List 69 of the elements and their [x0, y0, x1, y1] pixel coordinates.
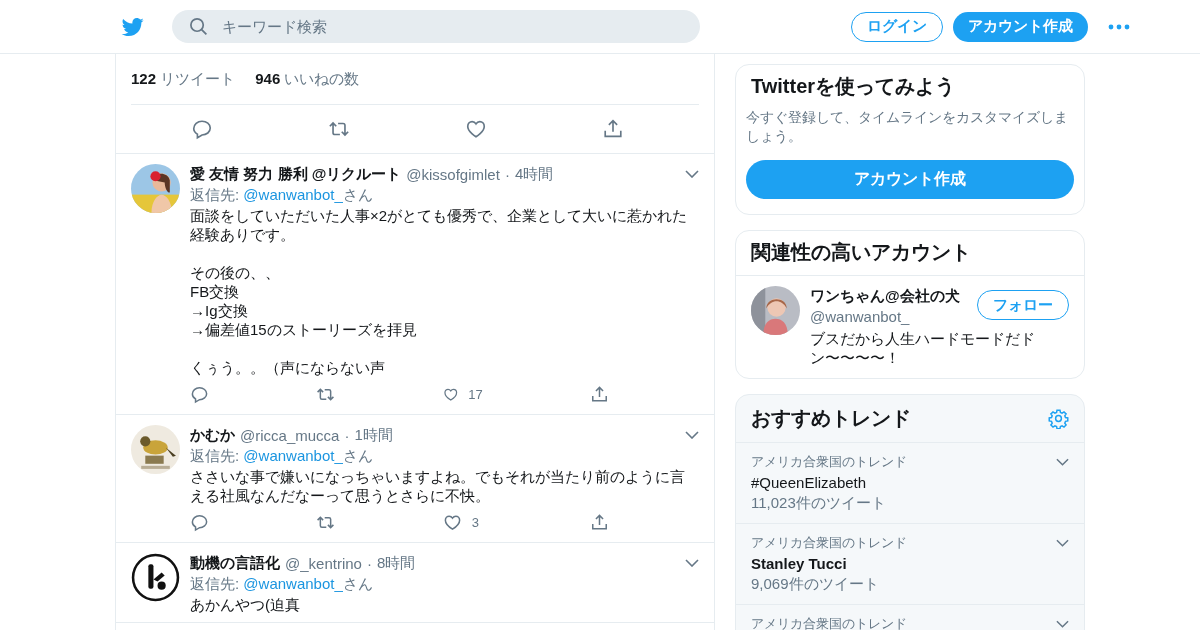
mention-link[interactable]: @wanwanbot_: [243, 575, 343, 592]
tweet-text: →Ig交換: [190, 301, 249, 320]
tweet-time[interactable]: 1時間: [354, 425, 393, 445]
share-icon[interactable]: [602, 118, 624, 140]
login-button[interactable]: ログイン: [851, 11, 943, 42]
separator-dot: ·: [344, 426, 350, 444]
user-name[interactable]: 愛 友情 努力 勝利 @リクルート: [190, 164, 402, 184]
user-handle[interactable]: @ricca_mucca: [240, 426, 340, 444]
tweet-text: →偏差値15のストーリーズを拝見: [190, 320, 418, 339]
user-name[interactable]: かむか: [190, 425, 235, 445]
user-name[interactable]: 動機の言語化: [190, 553, 280, 573]
more-icon[interactable]: [1108, 23, 1130, 30]
signup-button[interactable]: アカウント作成: [746, 160, 1074, 199]
search-icon: [189, 17, 208, 36]
card-title: おすすめトレンド: [750, 406, 911, 431]
trend-name[interactable]: Stanley Tucci: [751, 555, 1069, 572]
tweet-text: その後の、、: [190, 263, 281, 282]
mention-link[interactable]: @wanwanbot_: [243, 447, 343, 464]
trend-name[interactable]: #QueenElizabeth: [751, 474, 1069, 491]
reply-to-text: 返信先: @wanwanbot_さん: [190, 185, 374, 205]
trend-context: アメリカ合衆国のトレンド: [751, 453, 907, 471]
tweet-text: くぅう。。（声にならない声: [190, 358, 386, 377]
user-handle[interactable]: @_kentrino: [285, 554, 362, 572]
chevron-down-icon[interactable]: [685, 170, 699, 178]
share-icon[interactable]: [590, 385, 609, 404]
trend-context: アメリカ合衆国のトレンド: [751, 615, 907, 630]
trend-context: アメリカ合衆国のトレンド: [751, 534, 907, 552]
tweet-text: FB交換: [190, 282, 241, 301]
chevron-down-icon[interactable]: [1056, 458, 1069, 466]
reply-icon[interactable]: [191, 118, 213, 140]
like-icon[interactable]: [465, 118, 487, 140]
bird-logo-icon[interactable]: [120, 15, 146, 38]
retweet-icon[interactable]: [316, 385, 336, 404]
chevron-down-icon[interactable]: [1056, 620, 1069, 628]
tweet-count: 9,069件のツイート: [751, 575, 880, 594]
tweet-time[interactable]: 8時間: [376, 553, 416, 573]
reply-icon[interactable]: [190, 513, 209, 532]
retweet-icon[interactable]: [316, 513, 336, 532]
chevron-down-icon[interactable]: [685, 559, 699, 567]
like-count[interactable]: 946 いいねの数: [255, 69, 360, 89]
tweet-time[interactable]: 4時間: [514, 164, 554, 184]
separator-dot: ·: [366, 554, 372, 572]
tweet-count: 11,023件のツイート: [751, 494, 887, 513]
account-name[interactable]: ワンちゃん@会社の犬: [810, 287, 960, 306]
share-icon[interactable]: [590, 513, 609, 532]
settings-icon[interactable]: [1048, 408, 1069, 429]
separator-dot: ·: [504, 165, 510, 183]
tweet-text: 面談をしていただいた人事×2がとても優秀で、企業として大いに惹かれた経験ありです。: [190, 206, 689, 244]
tweet-text: ささいな事で嫌いになっちゃいますよね。でもそれが当たり前のように言える社風なんだなーって思うとさらに不快。: [190, 467, 686, 505]
chevron-down-icon[interactable]: [1056, 539, 1069, 547]
card-text: 今すぐ登録して、タイムラインをカスタマイズしましょう。: [746, 108, 1069, 146]
search-field[interactable]: キーワード検索: [172, 10, 700, 43]
reply-to-text: 返信先: @wanwanbot_さん: [190, 574, 374, 594]
reply-icon[interactable]: [190, 385, 209, 404]
like-count: 3: [471, 515, 479, 530]
signup-button[interactable]: アカウント作成: [953, 11, 1088, 42]
account-handle[interactable]: @wanwanbot_: [810, 308, 960, 325]
user-handle[interactable]: @kissofgimlet: [406, 165, 500, 183]
account-bio: ブスだから人生ハードモードだドン〜〜〜〜！: [810, 329, 1036, 367]
card-title: 関連性の高いアカウント: [736, 231, 1084, 276]
like-count: 17: [468, 387, 483, 402]
follow-button[interactable]: フォロー: [977, 290, 1069, 320]
retweet-count[interactable]: 122 リツイート: [131, 69, 236, 89]
card-title: Twitterを使ってみよう: [750, 74, 957, 99]
chevron-down-icon[interactable]: [685, 431, 699, 439]
like-icon[interactable]: [442, 513, 462, 532]
tweet-text: あかんやつ(迫真: [190, 595, 301, 614]
mention-link[interactable]: @wanwanbot_: [243, 186, 343, 203]
reply-to-text: 返信先: @wanwanbot_さん: [190, 446, 374, 466]
